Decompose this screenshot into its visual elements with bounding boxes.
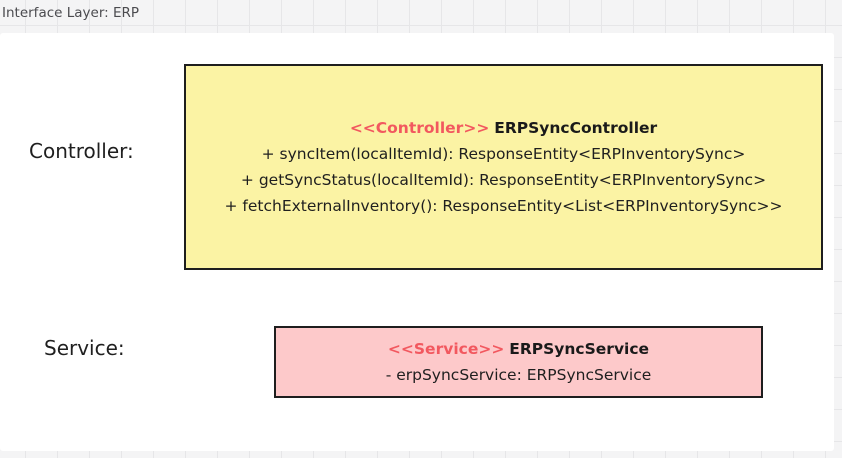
service-class-name: ERPSyncService — [509, 340, 650, 358]
controller-class-name: ERPSyncController — [494, 119, 658, 137]
service-stereotype: <<Service>> — [387, 340, 505, 358]
controller-stereotype: <<Controller>> — [349, 119, 490, 137]
service-class-box[interactable]: <<Service>> ERPSyncService - erpSyncServ… — [274, 326, 763, 398]
service-class-header: <<Service>> ERPSyncService — [388, 336, 649, 362]
controller-method: + getSyncStatus(localItemId): ResponseEn… — [240, 171, 767, 189]
controller-row-label[interactable]: Controller: — [29, 139, 134, 163]
service-field: - erpSyncService: ERPSyncService — [385, 366, 652, 384]
frame-title: Interface Layer: ERP — [2, 5, 140, 21]
controller-class-header: <<Controller>> ERPSyncController — [350, 115, 657, 141]
controller-class-box[interactable]: <<Controller>> ERPSyncController + syncI… — [184, 64, 823, 270]
controller-method: + syncItem(localItemId): ResponseEntity<… — [261, 145, 746, 163]
service-row-label[interactable]: Service: — [44, 336, 125, 360]
controller-method: + fetchExternalInventory(): ResponseEnti… — [224, 197, 783, 215]
